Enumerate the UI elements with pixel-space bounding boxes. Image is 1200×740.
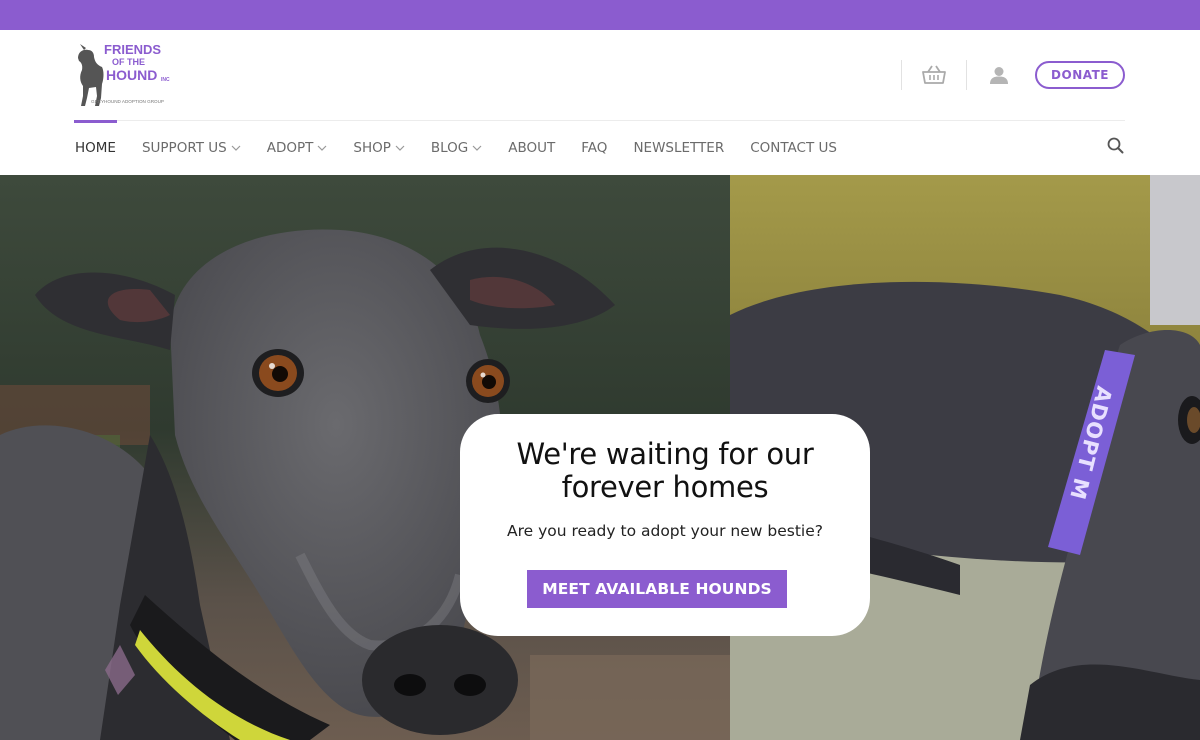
site-header: FRIENDS OF THE HOUND INC GREYHOUND ADOPT… (0, 30, 1200, 175)
nav-home[interactable]: HOME (74, 120, 117, 156)
meet-available-hounds-button[interactable]: MEET AVAILABLE HOUNDS (527, 570, 787, 608)
search-icon (1107, 137, 1123, 153)
nav-contact-us[interactable]: CONTACT US (750, 140, 837, 156)
nav-support-us[interactable]: SUPPORT US (142, 140, 241, 156)
hero-title-line-1: We're waiting for our (516, 437, 814, 471)
basket-icon (922, 65, 946, 84)
nav-newsletter-label: NEWSLETTER (633, 140, 725, 156)
hero-banner: ADOPT M We're waiting for our forever ho… (0, 175, 1200, 740)
user-icon (990, 67, 1009, 84)
nav-home-label: HOME (75, 140, 116, 156)
logo-word-2: OF THE (112, 57, 145, 67)
logo-word-1: FRIENDS (104, 42, 161, 57)
nav-faq[interactable]: FAQ (581, 140, 607, 156)
nav-blog[interactable]: BLOG (431, 140, 482, 156)
logo-word-4: INC (161, 77, 170, 83)
main-navigation: HOME SUPPORT US ADOPT SHOP BLOG ABOUT FA… (74, 120, 863, 160)
header-divider-line (75, 120, 1125, 121)
nav-adopt-label: ADOPT (266, 140, 314, 156)
donate-button[interactable]: DONATE (1035, 61, 1125, 89)
greyhound-logo-icon: FRIENDS OF THE HOUND INC GREYHOUND ADOPT… (78, 42, 170, 106)
nav-faq-label: FAQ (581, 140, 608, 156)
account-button[interactable] (967, 58, 1031, 92)
chevron-down-icon (395, 145, 405, 151)
logo-tagline: GREYHOUND ADOPTION GROUP (91, 99, 164, 104)
nav-newsletter[interactable]: NEWSLETTER (633, 140, 724, 156)
nav-contact-us-label: CONTACT US (750, 140, 837, 156)
nav-shop-label: SHOP (353, 140, 391, 156)
nav-shop[interactable]: SHOP (353, 140, 405, 156)
chevron-down-icon (472, 145, 482, 151)
top-announcement-bar (0, 0, 1200, 30)
site-logo[interactable]: FRIENDS OF THE HOUND INC GREYHOUND ADOPT… (75, 40, 180, 110)
nav-about[interactable]: ABOUT (508, 140, 555, 156)
nav-about-label: ABOUT (508, 140, 556, 156)
nav-adopt[interactable]: ADOPT (267, 140, 328, 156)
hero-title-line-2: forever homes (561, 470, 769, 504)
chevron-down-icon (231, 145, 241, 151)
hero-subtitle: Are you ready to adopt your new bestie? (506, 522, 823, 540)
cart-button[interactable] (902, 58, 966, 92)
hero-title: We're waiting for our forever homes (460, 438, 870, 504)
chevron-down-icon (317, 145, 327, 151)
header-actions: DONATE (901, 58, 1125, 92)
logo-word-3: HOUND (106, 67, 157, 83)
nav-support-us-label: SUPPORT US (141, 140, 227, 156)
adoption-cta-card: We're waiting for our forever homes Are … (460, 414, 870, 636)
nav-blog-label: BLOG (430, 140, 469, 156)
search-button[interactable] (1105, 135, 1125, 155)
